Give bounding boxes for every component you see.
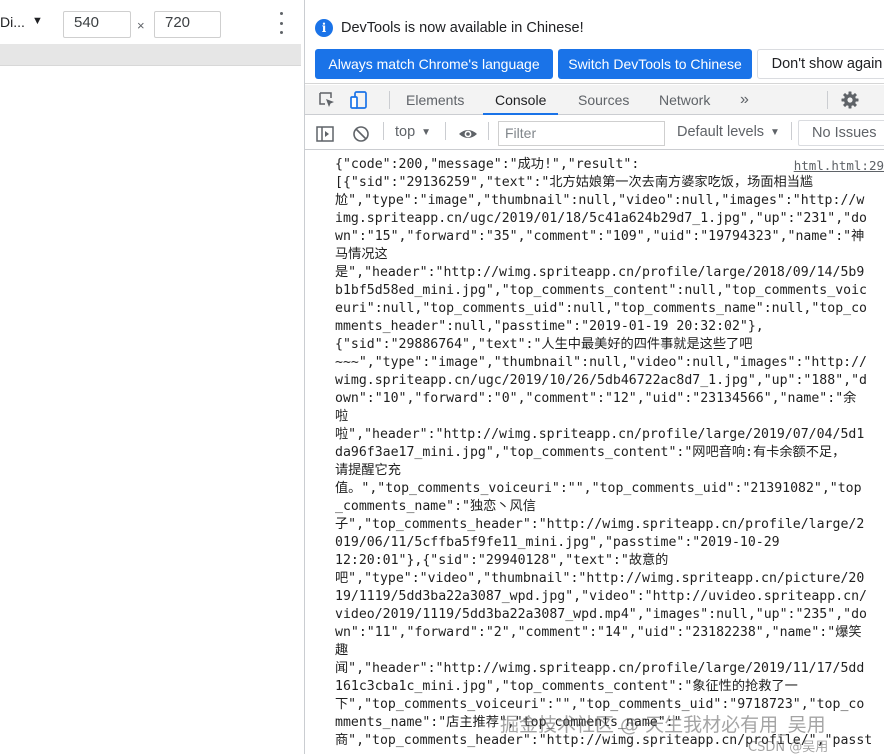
console-line: 19/1119/5dd3ba22a3087_wpd.jpg","video":"… (335, 589, 867, 604)
console-line: wn":"15","forward":"35","comment":"109",… (335, 229, 865, 244)
gear-icon[interactable] (840, 90, 860, 110)
media-query-bar (0, 44, 301, 66)
issues-button[interactable]: No Issues (798, 120, 884, 146)
device-toolbar-icon[interactable] (349, 90, 369, 110)
console-line: 161c3cba1c_mini.jpg","top_comments_conte… (335, 679, 798, 694)
toolbar-divider (791, 122, 792, 140)
csdn-watermark: CSDN @吴用 (748, 740, 829, 754)
console-line: ~~~","type":"image","thumbnail":null,"vi… (335, 355, 867, 370)
toolbar-divider (389, 91, 390, 109)
console-line: mments_name":"店主推荐","top_comments_name":… (335, 715, 682, 730)
console-line: b1bf5d58ed_mini.jpg","top_comments_conte… (335, 283, 867, 298)
chevron-down-icon: ▼ (770, 127, 780, 138)
console-line: 马情况这 (335, 247, 388, 262)
switch-to-chinese-button[interactable]: Switch DevTools to Chinese (558, 49, 752, 79)
console-line: {"code":200,"message":"成功!","result": (335, 157, 640, 172)
tab-network[interactable]: Network (659, 85, 710, 115)
console-line: 请提醒它充 (335, 463, 401, 478)
toolbar-divider (827, 91, 828, 109)
toolbar-divider (488, 122, 489, 140)
console-line: 019/06/11/5cffba5f9fe11_mini.jpg","passt… (335, 535, 780, 550)
clear-console-icon[interactable] (351, 124, 371, 144)
console-line: 值。","top_comments_voiceuri":"","top_comm… (335, 481, 862, 496)
inspect-element-icon[interactable] (317, 90, 337, 110)
language-infobar: i DevTools is now available in Chinese! … (305, 0, 884, 84)
console-line: da96f3ae17_mini.jpg","top_comments_conte… (335, 445, 846, 460)
viewport-height-input[interactable]: 720 (154, 11, 221, 38)
console-line: 子","top_comments_header":"http://wimg.sp… (335, 517, 865, 532)
tab-elements[interactable]: Elements (406, 85, 464, 115)
devtools-tab-bar: Elements Console Sources Network » (305, 85, 884, 115)
chevron-down-icon: ▼ (421, 127, 432, 138)
viewport-width-input[interactable]: 540 (63, 11, 131, 38)
eye-icon[interactable] (458, 124, 478, 144)
console-line: _comments_name":"独恋丶风信 (335, 499, 536, 514)
dimension-separator: × (137, 18, 145, 33)
console-line: 12:20:01"},{"sid":"29940128","text":"故意的 (335, 553, 669, 568)
console-toolbar: top ▼ Filter Default levels ▼ No Issues (305, 116, 884, 150)
console-line: 啦","header":"http://wimg.spriteapp.cn/pr… (335, 427, 865, 442)
tab-sources[interactable]: Sources (578, 85, 629, 115)
toolbar-divider (383, 122, 384, 140)
sidebar-toggle-icon[interactable] (315, 124, 335, 144)
console-line: 吧","type":"video","thumbnail":"http://wi… (335, 571, 865, 586)
more-options-icon[interactable] (276, 12, 286, 34)
console-line: 趣 (335, 643, 349, 658)
device-viewport-pane: Di... ▼ 540 × 720 (0, 0, 305, 754)
console-line: 尬","type":"image","thumbnail":null,"vide… (335, 193, 865, 208)
console-line: [{"sid":"29136259","text":"北方姑娘第一次去南方婆家吃… (335, 175, 814, 190)
page-viewport (0, 66, 305, 754)
console-line: video/2019/1119/5dd3ba22a3087_wpd.mp4","… (335, 607, 867, 622)
log-levels-value: Default levels (677, 124, 765, 140)
console-line: 闻","header":"http://wimg.spriteapp.cn/pr… (335, 661, 865, 676)
console-line: own":"10","forward":"0","comment":"12","… (335, 391, 857, 406)
device-toolbar: Di... ▼ 540 × 720 (0, 0, 305, 44)
context-value: top (395, 124, 416, 140)
infobar-message: DevTools is now available in Chinese! (341, 20, 584, 36)
dont-show-again-button[interactable]: Don't show again (757, 49, 884, 79)
console-line: img.spriteapp.cn/ugc/2019/01/18/5c41a624… (335, 211, 867, 226)
context-select[interactable]: top ▼ (395, 124, 431, 140)
console-message[interactable]: {"code":200,"message":"成功!","result": [{"… (335, 156, 884, 750)
device-select[interactable]: Di... (0, 14, 25, 30)
log-levels-select[interactable]: Default levels ▼ (677, 124, 780, 140)
console-line: euri":null,"top_comments_uid":null,"top_… (335, 301, 867, 316)
info-icon: i (315, 19, 333, 37)
console-line: {"sid":"29886764","text":"人生中最美好的四件事就是这些… (335, 337, 753, 352)
tab-console[interactable]: Console (483, 85, 559, 115)
console-line: wimg.spriteapp.cn/ugc/2019/10/26/5db4672… (335, 373, 867, 388)
filter-input[interactable]: Filter (498, 121, 665, 146)
devtools-panel: i DevTools is now available in Chinese! … (305, 0, 884, 754)
console-line: wn":"11","forward":"2","comment":"14","u… (335, 625, 862, 640)
more-tabs-icon[interactable]: » (740, 85, 749, 115)
toolbar-divider (445, 122, 446, 140)
console-output[interactable]: html.html:29 {"code":200,"message":"成功!"… (305, 151, 884, 754)
chevron-down-icon[interactable]: ▼ (32, 15, 43, 27)
console-line: 下","top_comments_voiceuri":"","top_comme… (335, 697, 865, 712)
match-language-button[interactable]: Always match Chrome's language (315, 49, 553, 79)
console-line: 是","header":"http://wimg.spriteapp.cn/pr… (335, 265, 865, 280)
console-line: 啦 (335, 409, 349, 424)
console-line: mments_header":null,"passtime":"2019-01-… (335, 319, 764, 334)
